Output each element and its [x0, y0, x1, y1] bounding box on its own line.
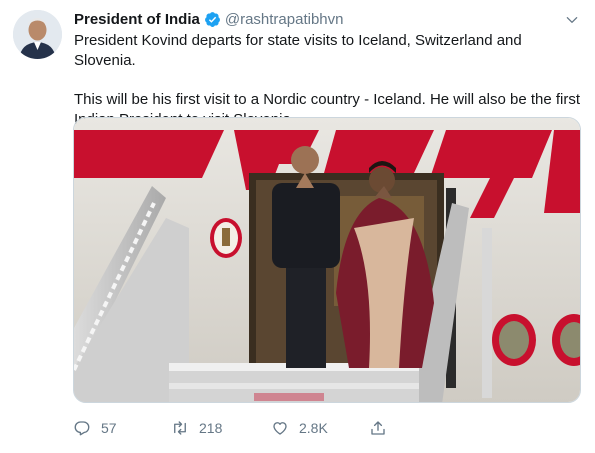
chevron-down-icon[interactable] [565, 13, 579, 27]
retweet-icon [174, 421, 186, 435]
share-button[interactable] [369, 416, 387, 440]
share-icon [371, 421, 385, 435]
retweet-count: 218 [199, 420, 223, 436]
avatar-image [13, 10, 62, 59]
tweet-text: President Kovind departs for state visit… [74, 31, 584, 130]
author-name[interactable]: President of India [74, 11, 200, 28]
tweet-actions: 57 218 2.8K [73, 416, 473, 440]
reply-button[interactable]: 57 [73, 416, 117, 440]
aircraft-departure-photo [74, 118, 580, 402]
verified-badge-icon [204, 11, 220, 27]
tweet-header: President of India @rashtrapatibhvn [74, 9, 343, 29]
author-handle[interactable]: @rashtrapatibhvn [225, 11, 344, 28]
heart-icon [273, 422, 287, 435]
like-button[interactable]: 2.8K [271, 416, 328, 440]
tweet-photo[interactable] [73, 117, 581, 403]
reply-icon [74, 421, 90, 436]
tweet-text-line-1: President Kovind departs for state visit… [74, 32, 522, 69]
like-count: 2.8K [299, 420, 328, 436]
retweet-button[interactable]: 218 [171, 416, 222, 440]
reply-count: 57 [101, 420, 117, 436]
avatar[interactable] [13, 10, 62, 59]
